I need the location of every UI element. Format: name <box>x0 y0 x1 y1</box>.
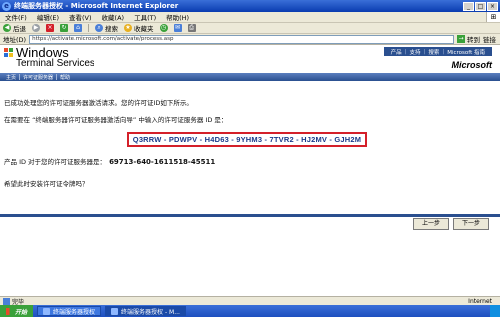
history-icon: ◷ <box>159 24 168 32</box>
address-bar: 地址(D) https://activate.microsoft.com/act… <box>0 34 500 45</box>
favorites-label: 收藏夹 <box>134 25 154 33</box>
menu-edit[interactable]: 编辑(E) <box>32 12 64 22</box>
go-arrow-icon: → <box>457 35 465 43</box>
zone-text: Internet <box>468 297 492 305</box>
taskbar-item-license-manager[interactable]: 终端服务器授权 <box>37 306 102 316</box>
back-step-button[interactable]: 上一步 <box>413 218 449 230</box>
mail-button[interactable]: ✉ <box>173 24 182 32</box>
stop-button[interactable]: × <box>46 24 54 32</box>
start-button[interactable]: 开始 <box>0 305 34 317</box>
windows-flag-icon <box>4 48 14 58</box>
nav-search[interactable]: 搜索 <box>425 48 442 56</box>
taskbar-item-label: 终端服务器授权 - M... <box>121 308 180 316</box>
nav-support[interactable]: 支持 <box>406 48 423 56</box>
favorites-button[interactable]: ★ 收藏夹 <box>124 23 154 33</box>
microsoft-logo: Microsoft <box>451 60 493 70</box>
menu-view[interactable]: 查看(V) <box>64 12 97 22</box>
menu-help[interactable]: 帮助(H) <box>161 12 194 22</box>
divider <box>0 214 500 217</box>
maximize-button[interactable]: □ <box>475 1 486 11</box>
breadcrumb-help[interactable]: 帮助 <box>57 74 73 81</box>
status-bar: 完毕 Internet <box>0 296 500 306</box>
windows-logo-icon: ⊞ <box>486 12 500 22</box>
brand-bar: Microsoft <box>94 58 500 73</box>
back-label: 后退 <box>13 25 26 33</box>
mail-icon: ✉ <box>173 24 182 32</box>
refresh-button[interactable]: ↻ <box>60 24 68 32</box>
go-button[interactable]: → 转到 <box>457 34 480 44</box>
close-button[interactable]: × <box>487 1 498 11</box>
breadcrumb-home[interactable]: 主页 <box>3 74 19 81</box>
back-button[interactable]: ◀ 后退 <box>3 23 26 33</box>
product-id-line: 产品 ID 对于您的许可证服务器是： 69713-640-1611518-4551… <box>4 156 215 166</box>
go-label: 转到 <box>467 36 480 44</box>
app-icon <box>43 307 51 315</box>
menu-file[interactable]: 文件(F) <box>0 12 32 22</box>
product-id-label: 产品 ID 对于您的许可证服务器是： <box>4 158 107 166</box>
page-header: Windows Terminal Services 产品 | 支持 | 搜索 |… <box>0 45 500 73</box>
page-done-icon <box>3 297 10 305</box>
instruction-message: 在需要在 “终端服务器许可证服务器激活向导” 中输入的许可证服务器 ID 是： <box>4 116 228 124</box>
nav-products[interactable]: 产品 <box>388 48 405 56</box>
menu-bar: 文件(F) 编辑(E) 查看(V) 收藏(A) 工具(T) 帮助(H) ⊞ <box>0 12 500 23</box>
screen: e 终端服务器授权 - Microsoft Internet Explorer … <box>0 0 500 317</box>
system-tray <box>490 305 500 317</box>
nav-microsoft-guide[interactable]: Microsoft 指南 <box>444 48 488 56</box>
stop-icon: × <box>46 24 54 32</box>
taskbar-item-ie-window[interactable]: 终端服务器授权 - M... <box>105 306 186 316</box>
menu-tools[interactable]: 工具(T) <box>129 12 161 22</box>
success-message: 已成功处理您的许可证服务器激活请求。您的许可证ID如下所示。 <box>4 99 193 107</box>
page-content: Windows Terminal Services 产品 | 支持 | 搜索 |… <box>0 45 500 296</box>
back-arrow-icon: ◀ <box>3 24 11 32</box>
history-button[interactable]: ◷ <box>159 24 168 32</box>
breadcrumb-license-server[interactable]: 许可证服务器 <box>20 74 56 81</box>
ie-icon <box>111 307 119 315</box>
address-label: 地址(D) <box>3 36 27 44</box>
start-label: 开始 <box>15 308 28 316</box>
print-button[interactable]: ⎙ <box>187 24 196 32</box>
links-button[interactable]: 链接 <box>483 34 496 44</box>
title-bar: e 终端服务器授权 - Microsoft Internet Explorer … <box>0 0 500 12</box>
minimize-button[interactable]: _ <box>463 1 474 11</box>
window-title: 终端服务器授权 - Microsoft Internet Explorer <box>14 2 179 10</box>
product-id-value: 69713-640-1611518-45511 <box>109 158 216 166</box>
top-nav: 产品 | 支持 | 搜索 | Microsoft 指南 <box>383 47 492 56</box>
refresh-icon: ↻ <box>60 24 68 32</box>
forward-arrow-icon: ▶ <box>32 24 40 32</box>
next-step-button[interactable]: 下一步 <box>453 218 489 230</box>
taskbar: 开始 终端服务器授权 终端服务器授权 - M... <box>0 305 500 317</box>
menu-favorites[interactable]: 收藏(A) <box>97 12 130 22</box>
taskbar-item-label: 终端服务器授权 <box>53 308 96 316</box>
breadcrumb: 主页 许可证服务器 帮助 <box>0 73 500 81</box>
license-key-box: Q3RRW - PDWPV - H4D63 - 9YHM3 - 7TVR2 - … <box>127 132 367 147</box>
search-button[interactable]: ⌕ 搜索 <box>95 23 118 33</box>
install-question: 希望此时安装许可证令牌吗？ <box>4 180 89 188</box>
home-button[interactable]: ⌂ <box>74 24 82 32</box>
ie-icon: e <box>2 1 11 11</box>
home-icon: ⌂ <box>74 24 82 32</box>
toolbar: ◀ 后退 ▶ × ↻ ⌂ ⌕ 搜索 ★ 收藏夹 ◷ ✉ ⎙ <box>0 23 500 34</box>
windows-flag-icon <box>6 307 13 315</box>
search-icon: ⌕ <box>95 24 103 32</box>
product-subtitle: Terminal Services <box>16 58 95 69</box>
printer-icon: ⎙ <box>187 24 196 32</box>
search-label: 搜索 <box>105 25 118 33</box>
address-input[interactable]: https://activate.microsoft.com/activate/… <box>29 34 454 44</box>
forward-button[interactable]: ▶ <box>32 24 40 32</box>
star-icon: ★ <box>124 24 132 32</box>
